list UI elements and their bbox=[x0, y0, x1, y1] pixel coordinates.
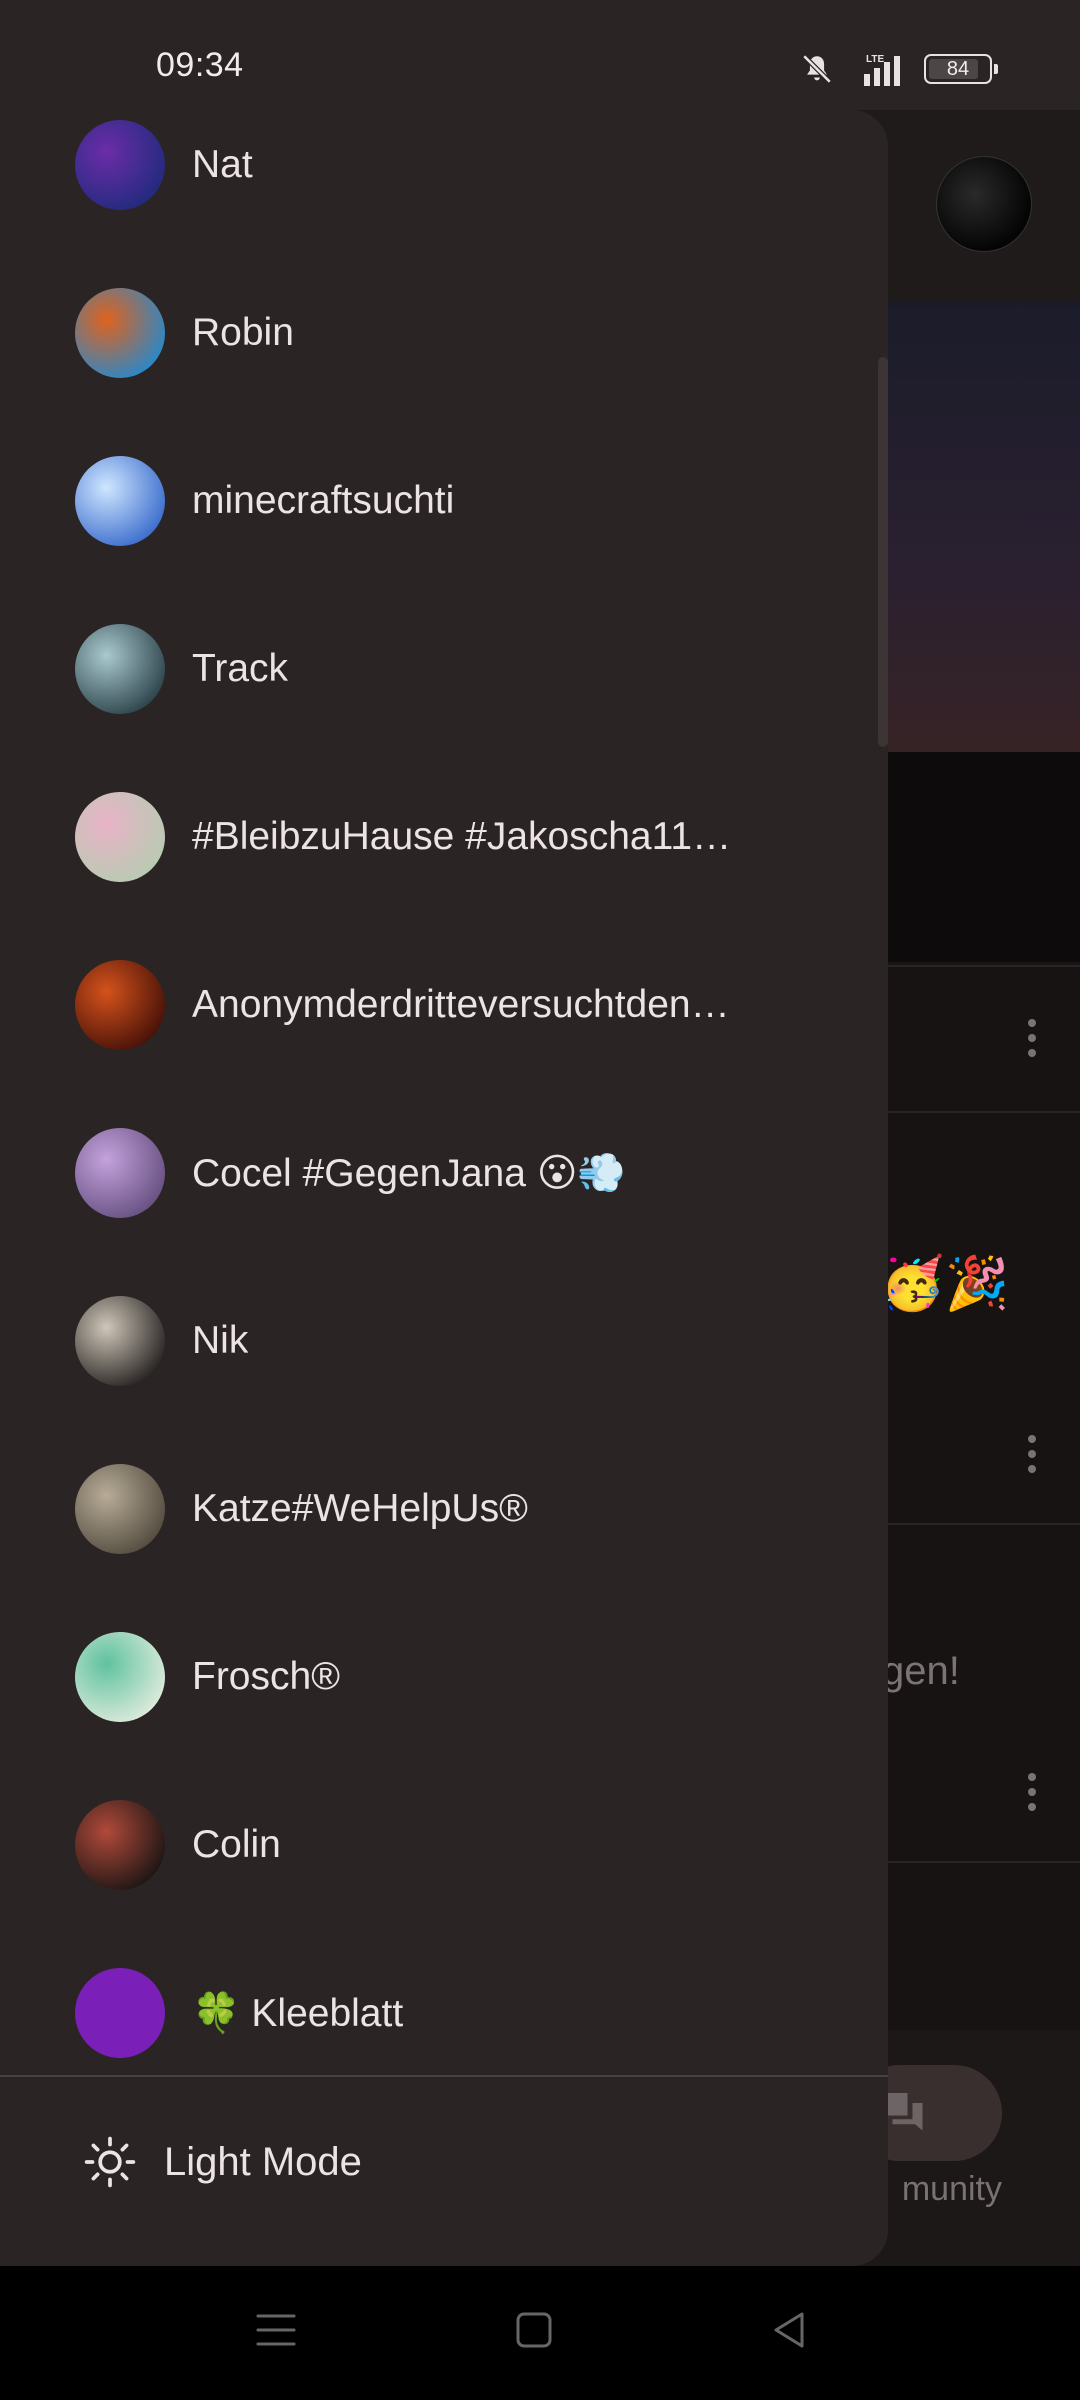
avatar bbox=[75, 120, 165, 210]
more-options-icon[interactable] bbox=[1028, 1773, 1036, 1818]
status-time: 09:34 bbox=[156, 46, 244, 84]
hero-silhouette bbox=[880, 752, 1080, 962]
account-list-item[interactable]: minecraftsuchti bbox=[0, 417, 888, 585]
account-list-item[interactable]: Robin bbox=[0, 249, 888, 417]
account-name: Colin bbox=[192, 1823, 281, 1866]
drawer-scrollbar[interactable] bbox=[878, 357, 888, 747]
avatar bbox=[75, 792, 165, 882]
back-icon[interactable] bbox=[768, 2308, 812, 2352]
signal-icon: LTE bbox=[864, 54, 900, 86]
menu-icon[interactable] bbox=[254, 2308, 298, 2352]
battery-level: 84 bbox=[946, 57, 970, 80]
avatar bbox=[75, 960, 165, 1050]
more-options-icon[interactable] bbox=[1028, 1019, 1036, 1064]
bell-off-icon bbox=[802, 54, 832, 84]
navigation-drawer: Nat Robin minecraftsuchti Track #BleibzuHaus… bbox=[0, 110, 888, 2266]
avatar bbox=[75, 288, 165, 378]
account-list-item[interactable]: Frosch® bbox=[0, 1593, 888, 1761]
account-name: Frosch® bbox=[192, 1655, 340, 1698]
account-list-item[interactable]: Cocel #GegenJana 😮💨 bbox=[0, 1089, 888, 1257]
svg-text:LTE: LTE bbox=[866, 54, 884, 65]
account-name: Katze#WeHelpUs® bbox=[192, 1487, 528, 1530]
account-list-item[interactable]: Track bbox=[0, 585, 888, 753]
account-name: #BleibzuHause #Jakoscha11… bbox=[192, 815, 732, 858]
avatar bbox=[75, 1632, 165, 1722]
account-name: Cocel #GegenJana 😮💨 bbox=[192, 1152, 626, 1195]
avatar bbox=[75, 1800, 165, 1890]
account-name: Nik bbox=[192, 1319, 249, 1362]
home-icon[interactable] bbox=[512, 2308, 556, 2352]
account-name: Anonymderdritteversuchtden… bbox=[192, 983, 730, 1026]
battery-icon: 84 bbox=[924, 54, 998, 84]
account-list-item[interactable]: Anonymderdritteversuchtden… bbox=[0, 921, 888, 1089]
more-options-icon[interactable] bbox=[1028, 1435, 1036, 1480]
account-name: minecraftsuchti bbox=[192, 479, 455, 522]
system-navigation-bar bbox=[0, 2266, 1080, 2400]
status-bar: 09:34 LTE 84 bbox=[0, 0, 1080, 110]
drawer-divider bbox=[0, 2075, 888, 2077]
profile-avatar[interactable] bbox=[936, 156, 1032, 252]
account-list-item[interactable]: #BleibzuHause #Jakoscha11… bbox=[0, 753, 888, 921]
account-list-item[interactable]: Nik bbox=[0, 1257, 888, 1425]
light-mode-button[interactable]: Light Mode bbox=[82, 2134, 362, 2190]
sun-icon bbox=[84, 2136, 136, 2188]
account-name: Nat bbox=[192, 143, 253, 186]
avatar bbox=[75, 1128, 165, 1218]
avatar bbox=[75, 456, 165, 546]
avatar bbox=[75, 1464, 165, 1554]
account-list-item[interactable]: Katze#WeHelpUs® bbox=[0, 1425, 888, 1593]
account-name: Track bbox=[192, 647, 289, 690]
avatar bbox=[75, 624, 165, 714]
account-list-item[interactable]: Colin bbox=[0, 1761, 888, 1929]
background-partial-text: gen! bbox=[882, 1649, 960, 1693]
account-name: Robin bbox=[192, 311, 294, 354]
account-name: 🍀 Kleeblatt bbox=[192, 1992, 404, 2035]
status-icons: LTE 84 bbox=[800, 52, 998, 86]
avatar bbox=[75, 1968, 165, 2058]
account-list-item[interactable]: 🍀 Kleeblatt bbox=[0, 1929, 888, 2097]
background-emoji: 🥳🎉 bbox=[880, 1255, 1010, 1313]
light-mode-label: Light Mode bbox=[164, 2139, 362, 2184]
avatar bbox=[75, 1296, 165, 1386]
account-list-item[interactable]: Nat bbox=[0, 110, 888, 249]
